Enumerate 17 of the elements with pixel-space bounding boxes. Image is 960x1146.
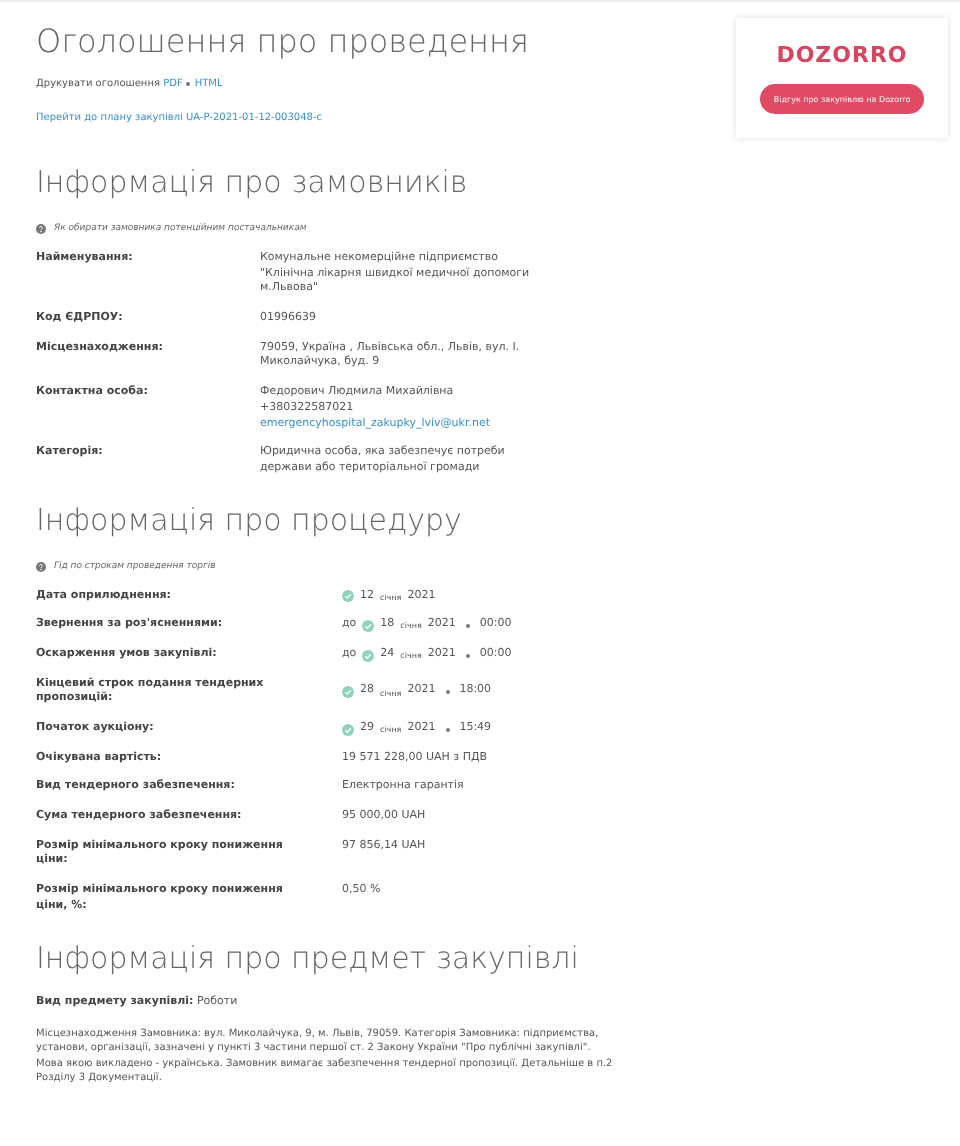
help-icon (36, 224, 46, 234)
check-circle-icon (342, 590, 354, 603)
check-circle-icon (342, 686, 354, 699)
check-circle-icon (342, 723, 354, 736)
separator-dot (465, 624, 470, 629)
check-circle-icon (362, 620, 375, 633)
separator-dot (445, 690, 450, 695)
section-heading: Інформація про замовників (36, 164, 470, 200)
dozorro-logo: DOZORRO (776, 42, 908, 68)
separator-dot (186, 81, 191, 86)
section-heading: Інформація про предмет закупівлі (36, 939, 581, 975)
section-heading: Інформація про процедуру (36, 501, 464, 538)
help-icon (36, 561, 46, 572)
separator-dot (445, 727, 450, 732)
page-title: Оголошення про проведення (36, 22, 529, 60)
check-circle-icon (362, 649, 375, 662)
separator-dot (465, 653, 470, 658)
